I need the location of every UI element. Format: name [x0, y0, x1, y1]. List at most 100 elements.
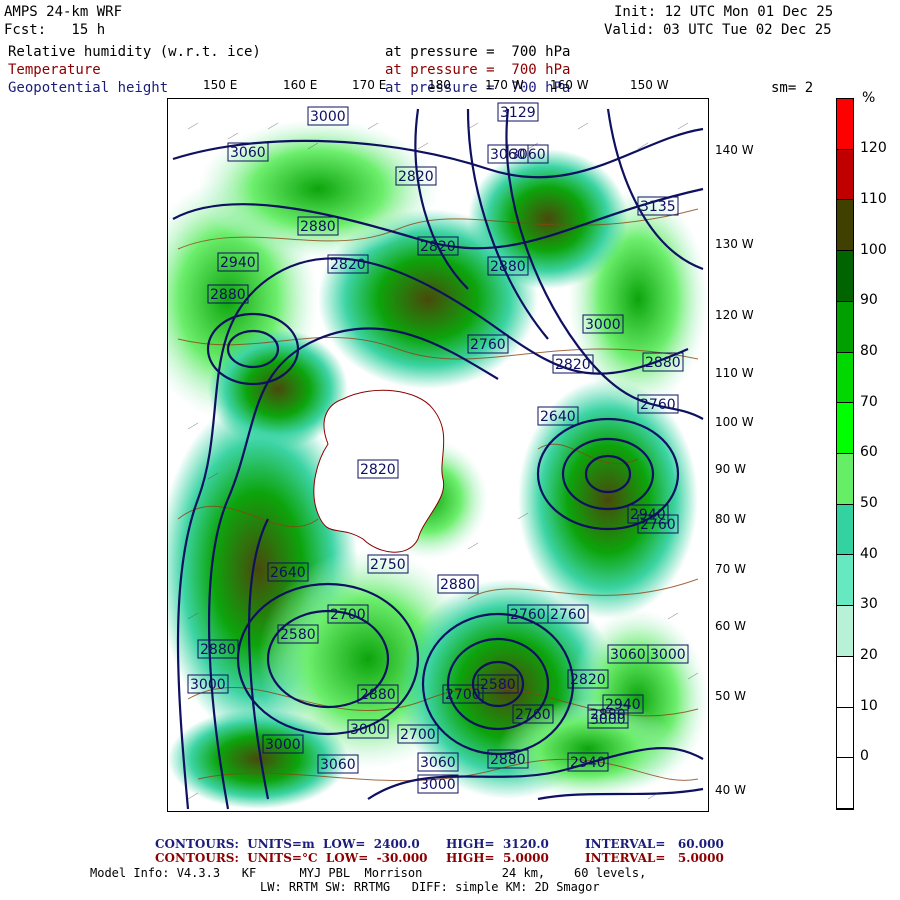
init-time: Init: 12 UTC Mon 01 Dec 25: [614, 4, 834, 20]
height-contour-label: 2880: [300, 219, 336, 235]
field-rh-name: Relative humidity (w.r.t. ice): [8, 44, 261, 60]
height-contour-label: 2820: [330, 257, 366, 273]
height-contour-label: 3060: [510, 147, 546, 163]
colorbar-label: 40: [860, 546, 878, 562]
forecast-hour: Fcst: 15 h: [4, 22, 106, 38]
map-panel: 3000 3129 3060 3060 2820 3135 3060 2880 2820 2940…: [167, 98, 709, 812]
height-contour-label: 2700: [445, 687, 481, 703]
height-contour-label: 2880: [200, 642, 236, 658]
field-temp-level: at pressure = 700 hPa: [385, 62, 571, 78]
colorbar-unit: %: [862, 90, 876, 106]
height-contour-label: 2700: [330, 607, 366, 623]
height-contour-label: 2820: [570, 672, 606, 688]
height-contour-label: 3060: [230, 145, 266, 161]
colorbar-label: 30: [860, 596, 878, 612]
colorbar-segment: [837, 352, 853, 404]
height-contour-label: 2640: [270, 565, 306, 581]
lat-label: 50 W: [715, 689, 746, 703]
smoothing-label: sm= 2: [771, 80, 814, 96]
lat-label: 130 W: [715, 237, 754, 251]
lat-label: 40 W: [715, 783, 746, 797]
height-contour-label: 2940: [630, 507, 666, 523]
lat-label: 100 W: [715, 415, 754, 429]
colorbar-segment: [837, 251, 853, 302]
model-title: AMPS 24-km WRF: [4, 4, 123, 20]
colorbar-segment: [837, 403, 853, 454]
lat-label: 140 W: [715, 143, 754, 157]
colorbar-segment: [837, 504, 853, 556]
height-contour-label: 3129: [500, 105, 536, 121]
footer-temp-contours: CONTOURS: UNITS=°C LOW= -30.000: [155, 851, 428, 865]
colorbar-segment: [837, 149, 853, 201]
height-contour-label: 2820: [360, 462, 396, 478]
height-contour-label: 3000: [585, 317, 621, 333]
lon-label: 170 W: [485, 78, 524, 92]
lon-label: 150 E: [203, 78, 238, 92]
colorbar-segment: [837, 200, 853, 252]
height-contour-label: 3000: [650, 647, 686, 663]
height-contour-label: 2820: [420, 239, 456, 255]
height-contour-label: 2880: [210, 287, 246, 303]
colorbar-segment: [837, 555, 853, 607]
lon-label: 160 W: [550, 78, 589, 92]
colorbar-label: 110: [860, 191, 887, 207]
height-contour-label: 2760: [640, 397, 676, 413]
height-contour-label: 2880: [440, 577, 476, 593]
colorbar-segment: [837, 606, 853, 657]
height-contour-label: 3060: [320, 757, 356, 773]
footer-model-info: Model Info: V4.3.3 KF MYJ PBL Morrison 2…: [90, 866, 647, 880]
lon-label: 180: [428, 78, 451, 92]
height-contour-label: 3000: [350, 722, 386, 738]
height-contour-label: 2940: [220, 255, 256, 271]
height-contour-label: 2880: [490, 259, 526, 275]
height-contour-label: 2580: [280, 627, 316, 643]
height-contour-label: 2760: [550, 607, 586, 623]
colorbar-label: 50: [860, 495, 878, 511]
colorbar-segment: [837, 758, 853, 809]
lat-label: 120 W: [715, 308, 754, 322]
height-contour-label: 2940: [570, 755, 606, 771]
colorbar-segment: [837, 656, 853, 708]
footer-temp-high: HIGH= 5.0000: [446, 851, 549, 865]
colorbar-label: 20: [860, 647, 878, 663]
lon-label: 160 E: [283, 78, 318, 92]
height-contour-label: 2760: [515, 707, 551, 723]
colorbar-label: 100: [860, 242, 887, 258]
lat-label: 110 W: [715, 366, 754, 380]
colorbar-segment: [837, 454, 853, 505]
footer-height-high: HIGH= 3120.0: [446, 837, 549, 851]
footer-height-contours: CONTOURS: UNITS=m LOW= 2400.0: [155, 837, 420, 851]
colorbar-segment: [837, 99, 853, 150]
height-contour-label: 2880: [360, 687, 396, 703]
height-contour-label: 2880: [490, 752, 526, 768]
height-contour-label: 2880: [645, 355, 681, 371]
lat-label: 80 W: [715, 512, 746, 526]
height-contour-label: 3000: [420, 777, 456, 793]
height-contour-label: 3060: [420, 755, 456, 771]
field-height-name: Geopotential height: [8, 80, 169, 96]
height-contour-label: 3000: [310, 109, 346, 125]
footer-physics-info: LW: RRTM SW: RRTMG DIFF: simple KM: 2D S…: [260, 880, 600, 894]
colorbar-segment: [837, 707, 853, 759]
height-contour-label: 2760: [470, 337, 506, 353]
height-contour-label: 2700: [400, 727, 436, 743]
colorbar-label: 70: [860, 394, 878, 410]
height-contour-label: 2880: [590, 707, 626, 723]
height-contour-label: 2640: [540, 409, 576, 425]
height-contour-label: 2820: [398, 169, 434, 185]
height-contour-label: 2750: [370, 557, 406, 573]
colorbar-segment: [837, 301, 853, 353]
footer-height-interval: INTERVAL= 60.000: [585, 837, 724, 851]
colorbar: [836, 98, 854, 810]
map-field-plot: 3000 312930603060282031353060288028202940…: [168, 99, 708, 811]
colorbar-label: 0: [860, 748, 869, 764]
colorbar-label: 90: [860, 292, 878, 308]
lat-label: 90 W: [715, 462, 746, 476]
height-contour-label: 2580: [480, 677, 516, 693]
colorbar-label: 60: [860, 444, 878, 460]
height-contour-label: 3000: [265, 737, 301, 753]
height-contour-label: 3135: [640, 199, 676, 215]
lon-label: 150 W: [630, 78, 669, 92]
height-contour-label: 3060: [610, 647, 646, 663]
height-contour-label: 3000: [190, 677, 226, 693]
